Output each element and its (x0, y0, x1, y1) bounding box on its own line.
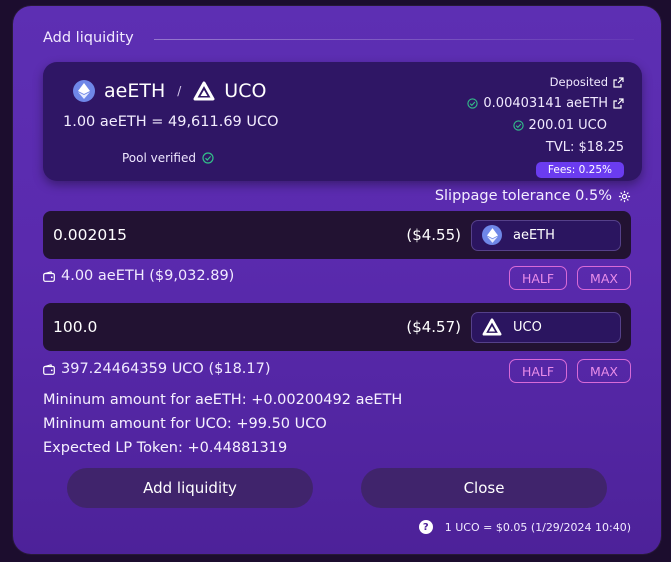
wallet-icon (43, 270, 55, 282)
fees-badge: Fees: 0.25% (535, 162, 624, 178)
balance-b: 397.24464359 UCO ($18.17) (43, 361, 271, 377)
deposited-label: Deposited (549, 75, 608, 89)
amount-a-value[interactable]: 0.002015 (53, 226, 127, 244)
amount-b-value[interactable]: 100.0 (53, 318, 97, 336)
deposited-a-row: 0.00403141 aeETH (467, 92, 624, 114)
liquidity-summary: Mininum amount for aeETH: +0.00200492 ae… (43, 388, 402, 460)
max-button-b[interactable]: MAX (577, 359, 631, 383)
token-b-name: UCO (224, 80, 267, 102)
help-icon[interactable]: ? (418, 520, 433, 534)
deposited-b-amount: 200.01 UCO (528, 117, 607, 133)
amount-input-b[interactable]: 100.0 ($4.57) UCO (43, 303, 631, 351)
title-divider (154, 39, 634, 40)
exchange-rate: 1.00 aeETH = 49,611.69 UCO (63, 114, 279, 130)
pool-verified: Pool verified (122, 151, 214, 165)
add-liquidity-button[interactable]: Add liquidity (67, 468, 313, 508)
half-button-b[interactable]: HALF (509, 359, 567, 383)
token-select-a[interactable]: aeETH (471, 219, 621, 251)
amount-b-usd: ($4.57) (406, 318, 461, 336)
balance-a-text: 4.00 aeETH ($9,032.89) (61, 268, 235, 284)
deposited-a-amount: 0.00403141 aeETH (483, 95, 608, 111)
pair-separator: / (177, 84, 182, 98)
balance-b-text: 397.24464359 UCO ($18.17) (61, 361, 271, 377)
slippage-setting[interactable]: Slippage tolerance 0.5% (435, 188, 631, 204)
ethereum-icon (73, 80, 95, 102)
ethereum-icon (482, 225, 502, 245)
external-link-icon[interactable] (613, 76, 624, 88)
uco-price: 1 UCO = $0.05 (1/29/2024 10:40) (444, 520, 631, 534)
min-amount-b: Mininum amount for UCO: +99.50 UCO (43, 416, 327, 432)
wallet-icon (43, 363, 55, 375)
token-select-b[interactable]: UCO (471, 311, 621, 343)
half-button-a[interactable]: HALF (509, 266, 567, 290)
gear-icon[interactable] (618, 190, 631, 203)
close-button[interactable]: Close (361, 468, 607, 508)
min-amount-a: Mininum amount for aeETH: +0.00200492 ae… (43, 392, 403, 408)
add-liquidity-panel: Add liquidity aeETH / UCO 1.00 aeETH = 4… (13, 6, 661, 554)
balance-a: 4.00 aeETH ($9,032.89) (43, 268, 234, 284)
token-pair: aeETH / UCO (73, 74, 266, 108)
uco-icon (482, 317, 502, 337)
external-link-icon[interactable] (613, 97, 624, 109)
check-circle-icon (467, 97, 479, 109)
token-b-label: UCO (513, 319, 542, 335)
check-circle-icon (202, 152, 214, 164)
pool-verified-label: Pool verified (122, 151, 196, 165)
slippage-label: Slippage tolerance 0.5% (434, 188, 612, 204)
amount-input-a[interactable]: 0.002015 ($4.55) aeETH (43, 211, 631, 259)
deposited-row: Deposited (467, 72, 624, 92)
token-a-label: aeETH (513, 227, 555, 243)
uco-icon (193, 80, 215, 102)
check-circle-icon (512, 119, 524, 131)
price-footer: ? 1 UCO = $0.05 (1/29/2024 10:40) (418, 520, 631, 534)
pool-info-card: aeETH / UCO 1.00 aeETH = 49,611.69 UCO P… (43, 62, 642, 181)
tvl-value: TVL: $18.25 (545, 139, 624, 155)
pool-stats: Deposited 0.00403141 aeETH 200.01 UCO TV… (467, 72, 624, 178)
amount-a-usd: ($4.55) (406, 226, 461, 244)
tvl-row: TVL: $18.25 (467, 136, 624, 158)
token-a-name: aeETH (104, 80, 166, 102)
deposited-b-row: 200.01 UCO (467, 114, 624, 136)
max-button-a[interactable]: MAX (577, 266, 631, 290)
expected-lp-token: Expected LP Token: +0.44881319 (43, 440, 288, 456)
panel-title: Add liquidity (43, 30, 134, 46)
